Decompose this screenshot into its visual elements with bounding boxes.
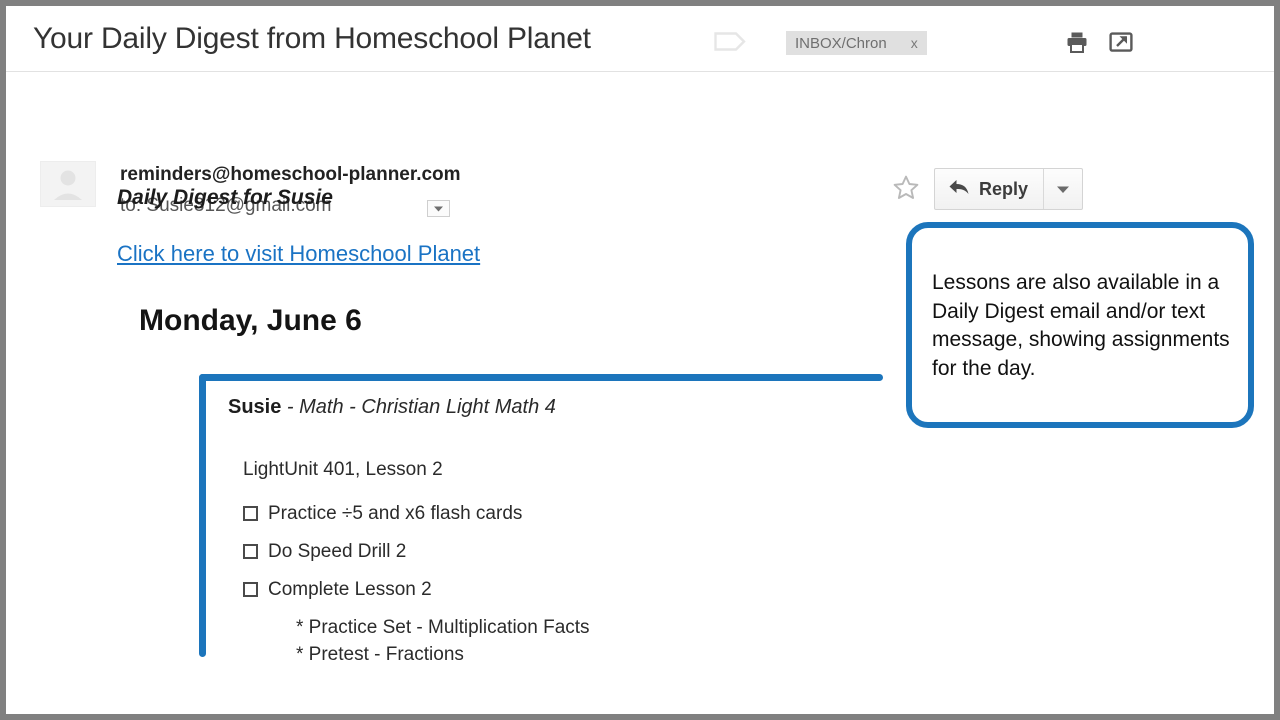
annotation-text: Lessons are also available in a Daily Di… [932, 271, 1230, 380]
message-header: reminders@homeschool-planner.com to: Sus… [6, 72, 1274, 217]
assignment-subtitle: LightUnit 401, Lesson 2 [243, 459, 443, 480]
visit-homeschool-planet-link[interactable]: Click here to visit Homeschool Planet [117, 241, 480, 267]
open-in-new-window-icon[interactable] [1109, 30, 1133, 54]
task-checkbox[interactable] [243, 581, 258, 597]
label-tag-icon [714, 32, 746, 51]
task-label: Complete Lesson 2 [268, 578, 432, 600]
task-item[interactable]: Practice ÷5 and x6 flash cards [243, 502, 889, 526]
subtask-item: * Pretest - Fractions [296, 644, 464, 666]
task-item[interactable]: Complete Lesson 2 [243, 578, 889, 602]
star-outline-icon[interactable] [892, 174, 920, 202]
task-checkbox[interactable] [243, 543, 258, 559]
annotation-callout: Lessons are also available in a Daily Di… [906, 222, 1254, 428]
sender-address[interactable]: reminders@homeschool-planner.com [120, 164, 461, 186]
task-label: Do Speed Drill 2 [268, 540, 407, 562]
task-checkbox[interactable] [243, 506, 258, 521]
printer-icon[interactable] [1065, 30, 1089, 54]
day-heading: Monday, June 6 [139, 304, 362, 337]
task-label: Practice ÷5 and x6 flash cards [268, 503, 523, 524]
highlight-rule-left [199, 374, 206, 657]
email-header-bar: Your Daily Digest from Homeschool Planet… [6, 6, 1274, 72]
assignment-title: Susie - Math - Christian Light Math 4 [228, 396, 889, 419]
mailbox-label-chip[interactable]: INBOX/Chron x [786, 31, 927, 55]
avatar [40, 161, 96, 207]
page-title: Your Daily Digest from Homeschool Planet [33, 22, 591, 55]
reply-button-label: Reply [979, 178, 1029, 199]
remove-label-icon[interactable]: x [911, 35, 918, 51]
reply-button-group[interactable]: Reply [934, 168, 1084, 210]
highlight-rule-top [199, 374, 883, 381]
subtask-item: * Practice Set - Multiplication Facts [296, 617, 590, 639]
assignment-block: Susie - Math - Christian Light Math 4 Li… [199, 374, 889, 665]
course-name: - Math - Christian Light Math 4 [281, 396, 556, 418]
reply-button[interactable]: Reply [935, 169, 1045, 209]
reply-arrow-icon [948, 178, 970, 201]
recipient-details-chevron-down-icon[interactable] [427, 200, 450, 217]
email-screenshot-frame: Your Daily Digest from Homeschool Planet… [0, 0, 1280, 720]
student-name: Susie [228, 396, 282, 418]
mailbox-label-text: INBOX/Chron [795, 34, 887, 52]
digest-heading: Daily Digest for Susie [117, 186, 333, 209]
task-item[interactable]: Do Speed Drill 2 [243, 540, 889, 564]
reply-options-chevron-down-icon[interactable] [1044, 169, 1082, 209]
